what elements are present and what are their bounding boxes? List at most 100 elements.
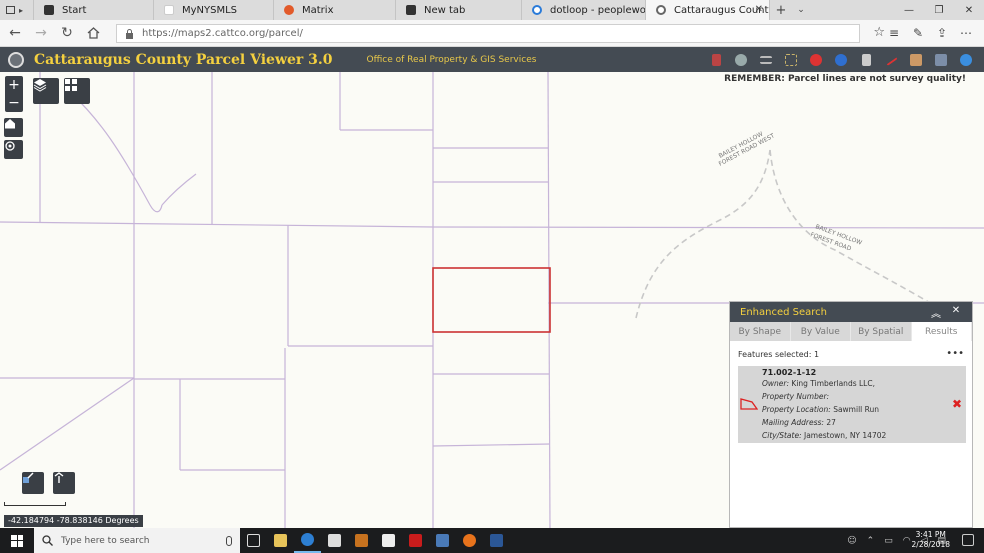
tab-label: Matrix	[302, 4, 334, 16]
results-more-menu[interactable]: •••	[946, 348, 964, 359]
bookmark-icon	[711, 53, 721, 66]
home-extent-button[interactable]	[4, 118, 23, 137]
home-button[interactable]	[80, 22, 106, 44]
address-bar[interactable]: https://maps2.cattco.org/parcel/ ☆	[116, 24, 885, 43]
favorites-hub-icon[interactable]: ≡	[882, 23, 906, 43]
start-button[interactable]	[0, 528, 34, 553]
basemap-button[interactable]	[64, 78, 90, 104]
tab-new-tab[interactable]: New tab	[396, 0, 522, 20]
more-menu-icon[interactable]: ⋯	[954, 23, 978, 43]
close-tab-icon[interactable]: ✕	[755, 4, 763, 15]
bookmark-tool-button[interactable]	[704, 50, 728, 69]
locate-icon	[5, 141, 15, 151]
print-tool-button[interactable]	[854, 50, 878, 69]
maximize-button[interactable]: ❐	[924, 0, 954, 20]
target-tool-button[interactable]	[804, 50, 828, 69]
parcel-polygon-icon	[740, 398, 758, 410]
taskbar-email[interactable]	[375, 528, 402, 553]
remove-result-icon[interactable]: ✖	[952, 397, 962, 411]
county-seal-logo	[8, 51, 24, 68]
info-icon	[835, 53, 847, 66]
matrix-favicon-icon	[284, 5, 294, 15]
layer-list-tool-button[interactable]	[754, 50, 778, 69]
taskbar-search-box[interactable]: Type here to search	[34, 528, 240, 553]
taskbar-clock[interactable]: 3:41 PM 2/28/2018	[912, 530, 950, 550]
microphone-icon[interactable]	[226, 535, 232, 546]
zoom-out-button[interactable]: −	[5, 94, 23, 112]
store-icon	[328, 534, 341, 547]
notes-pen-icon[interactable]: ✎	[906, 23, 930, 43]
wildlife-tool-button[interactable]	[729, 50, 753, 69]
search-placeholder: Type here to search	[61, 535, 150, 546]
tab-by-spatial[interactable]: By Spatial	[851, 322, 912, 341]
tab-matrix[interactable]: Matrix	[274, 0, 396, 20]
screen: ▸ Start MyNYSMLS Matrix New tab dotloop …	[0, 0, 984, 553]
forest-roads	[635, 149, 951, 319]
back-button[interactable]: ←	[2, 22, 28, 44]
new-tab-button[interactable]: +	[770, 0, 792, 20]
zoom-in-button[interactable]: +	[5, 76, 23, 94]
browser-tab-strip: ▸ Start MyNYSMLS Matrix New tab dotloop …	[0, 0, 984, 20]
tab-mynysmls[interactable]: MyNYSMLS	[154, 0, 274, 20]
coordinates-readout: -42.184794 -78.838146 Degrees	[4, 515, 143, 527]
share-icon[interactable]: ⇪	[930, 23, 954, 43]
close-window-button[interactable]: ✕	[954, 0, 984, 20]
layer-list-icon	[760, 55, 772, 64]
taskbar-acrobat[interactable]	[402, 528, 429, 553]
app-toolbar	[703, 50, 978, 69]
parcel-id: 71.002-1-12	[762, 368, 817, 377]
show-hidden-icons[interactable]: ⌃	[867, 536, 875, 546]
action-center-icon[interactable]	[962, 534, 974, 546]
tab-cattaraugus[interactable]: Cattaraugus County Par ✕	[646, 0, 770, 20]
basemap-tool-button[interactable]	[929, 50, 953, 69]
my-location-button[interactable]	[4, 140, 23, 159]
zoom-control: + −	[5, 76, 23, 112]
measure-tool-button[interactable]	[879, 50, 903, 69]
road-labels: BAILEY HOLLOW FOREST ROAD WEST BAILEY HO…	[718, 131, 863, 253]
battery-icon[interactable]: ▭	[884, 536, 893, 546]
selected-parcel-outline[interactable]	[432, 267, 551, 333]
minimize-button[interactable]: —	[894, 0, 924, 20]
folder-icon	[274, 534, 287, 547]
property-number-line: Property Number:	[762, 392, 830, 401]
taskbar-word[interactable]	[483, 528, 510, 553]
legend-tool-button[interactable]	[779, 50, 803, 69]
taskbar-app[interactable]	[429, 528, 456, 553]
tab-actions[interactable]: ▸	[0, 0, 34, 20]
forward-button[interactable]: →	[28, 22, 54, 44]
close-panel-icon[interactable]: ✕	[946, 305, 966, 320]
url-text: https://maps2.cattco.org/parcel/	[142, 28, 303, 39]
select-tool-button[interactable]	[53, 472, 75, 494]
result-item[interactable]: 71.002-1-12 Owner: King Timberlands LLC,…	[738, 366, 966, 443]
collapse-panel-icon[interactable]: ︽	[926, 305, 946, 320]
tab-list-button[interactable]: ⌄	[792, 0, 810, 20]
search-icon	[42, 535, 53, 546]
enhanced-search-icon	[23, 472, 34, 483]
tab-by-shape[interactable]: By Shape	[730, 322, 791, 341]
refresh-icon: ↻	[61, 25, 73, 41]
taskbar-edge[interactable]	[294, 528, 321, 553]
search-tool-button[interactable]	[22, 472, 44, 494]
owner-line: Owner: King Timberlands LLC,	[762, 379, 875, 388]
taskbar-photos[interactable]	[348, 528, 375, 553]
refresh-button[interactable]: ↻	[54, 22, 80, 44]
draw-tool-button[interactable]	[904, 50, 928, 69]
info-tool-button[interactable]	[829, 50, 853, 69]
mailing-address-line: Mailing Address: 27	[762, 418, 836, 427]
taskbar-file-explorer[interactable]	[267, 528, 294, 553]
taskbar-firefox[interactable]	[456, 528, 483, 553]
tab-dotloop[interactable]: dotloop - peoplework, not p	[522, 0, 646, 20]
task-view-button[interactable]	[240, 528, 267, 553]
people-icon[interactable]: ☺	[847, 536, 856, 546]
arrow-left-icon: ←	[9, 25, 21, 41]
layers-button[interactable]	[33, 78, 59, 104]
taskbar-store[interactable]	[321, 528, 348, 553]
tab-start[interactable]: Start	[34, 0, 154, 20]
lock-icon	[126, 28, 133, 39]
network-icon[interactable]: ◠	[903, 536, 911, 546]
help-tool-button[interactable]	[954, 50, 978, 69]
tab-results[interactable]: Results	[911, 322, 972, 341]
tab-by-value[interactable]: By Value	[790, 322, 851, 341]
new-tab-favicon-icon	[406, 5, 416, 15]
animal-icon	[735, 53, 747, 66]
